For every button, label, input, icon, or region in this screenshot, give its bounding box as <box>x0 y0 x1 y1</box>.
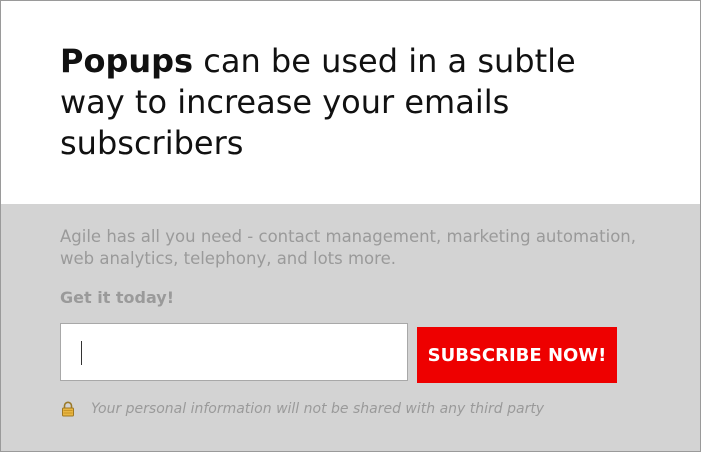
headline-emphasis: Popups <box>60 42 194 80</box>
subscribe-button[interactable]: SUBSCRIBE NOW! <box>417 327 617 383</box>
cta-text: Get it today! <box>60 288 175 307</box>
subscribe-popup: Popups can be used in a subtle way to in… <box>0 0 701 452</box>
email-field[interactable] <box>61 324 407 380</box>
text-cursor <box>81 341 82 365</box>
popup-body: Agile has all you need - contact managem… <box>1 204 700 451</box>
privacy-text: Your personal information will not be sh… <box>91 401 545 417</box>
popup-header: Popups can be used in a subtle way to in… <box>1 1 700 204</box>
popup-description: Agile has all you need - contact managem… <box>60 227 636 268</box>
popup-headline: Popups can be used in a subtle way to in… <box>60 41 620 164</box>
lock-icon <box>62 401 74 417</box>
email-field-container <box>60 323 408 381</box>
